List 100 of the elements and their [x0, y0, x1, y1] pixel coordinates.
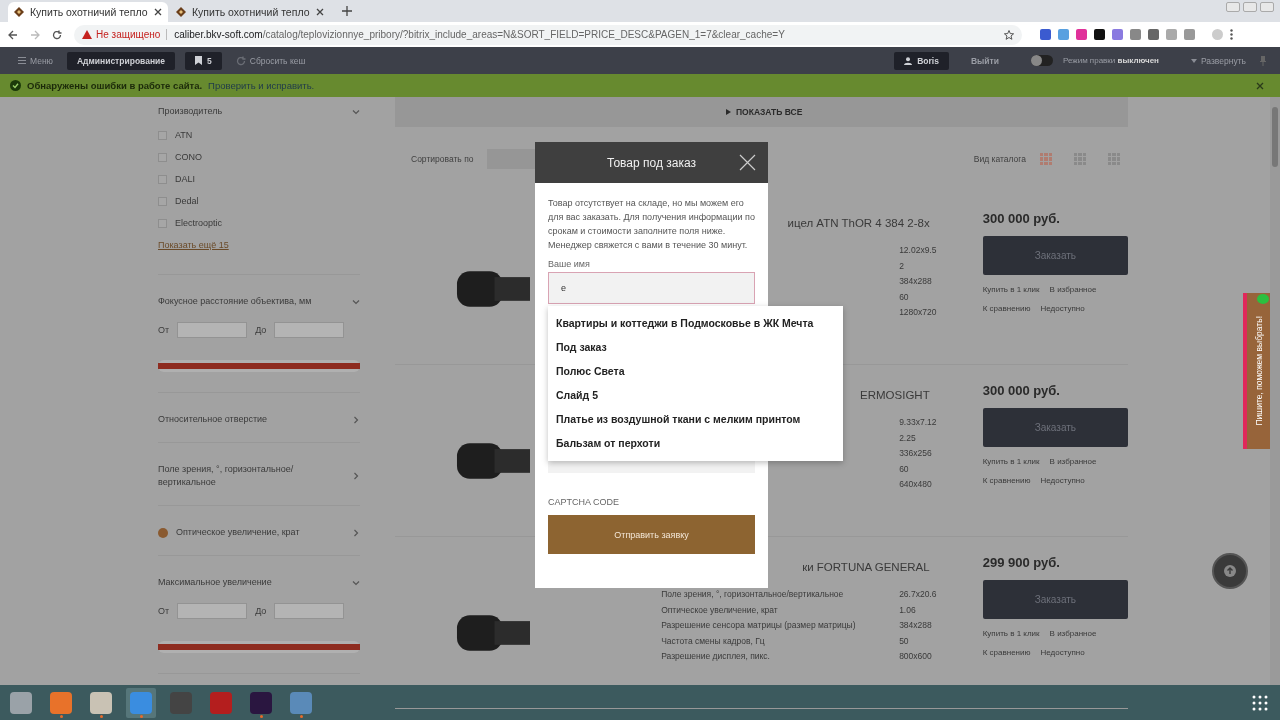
menu-button[interactable]: Меню	[14, 55, 57, 66]
checkbox[interactable]	[158, 196, 167, 206]
more-menu-icon[interactable]	[1230, 29, 1233, 40]
close-window-button[interactable]	[1260, 2, 1274, 12]
spec-value: 12.02x9.5	[899, 245, 937, 257]
profile-avatar-icon[interactable]	[1212, 29, 1223, 40]
taskbar-app-icon[interactable]	[126, 687, 156, 718]
extension-icon[interactable]	[1094, 29, 1105, 40]
url-path: /catalog/teplovizionnye_pribory/?bitrix_include_areas=N&SORT_FIELD=PRICE_DESC&PAGEN_1=7&clear_cache=Y	[262, 29, 785, 40]
diamond-logo-icon	[14, 7, 24, 17]
unavailable-link[interactable]: Недоступно	[1040, 304, 1085, 313]
close-icon[interactable]	[316, 8, 324, 16]
product-title[interactable]: ERMOSIGHT	[860, 389, 930, 401]
one-click-link[interactable]: Купить в 1 клик	[982, 285, 1040, 294]
close-button[interactable]	[739, 154, 756, 171]
reload-icon[interactable]	[52, 29, 62, 40]
edit-mode-toggle[interactable]	[1031, 55, 1053, 66]
to-input[interactable]	[274, 603, 345, 619]
suggestion-item[interactable]: Платье из воздушной ткани с мелким принтом	[548, 407, 843, 431]
new-tab-icon[interactable]	[342, 6, 352, 16]
order-button[interactable]: Заказать	[982, 580, 1128, 619]
chat-side-tab[interactable]: Пишите, поможем выбрать!	[1243, 293, 1270, 449]
user-button[interactable]: Boris	[894, 51, 949, 70]
logout-button[interactable]: Выйти	[966, 55, 1003, 66]
product-title[interactable]: ки FORTUNA GENERAL	[802, 561, 930, 573]
expand-button[interactable]: Развернуть	[1186, 55, 1250, 66]
compare-link[interactable]: К сравнению	[982, 648, 1031, 657]
show-more-link[interactable]: Показать ещё 15	[158, 240, 229, 250]
filter-title: Максимальное увеличение	[158, 576, 272, 589]
filter-option[interactable]: CONO	[158, 146, 360, 168]
address-bar[interactable]: Не защищено caliber.bkv-soft.com/catalog/teplovizionnye_pribory/?bitrix_include_areas=N&SORT_FIELD=PRICE_DESC&PAGEN_1=7&clear_cache=Y	[74, 24, 1022, 45]
filter-header[interactable]: Относительное отверстие	[158, 407, 360, 432]
suggestion-item[interactable]: Бальзам от перхоти	[548, 431, 843, 455]
administration-button[interactable]: Администрирование	[67, 51, 175, 70]
reset-cache-button[interactable]: Сбросить кеш	[231, 55, 310, 66]
scroll-up-button[interactable]	[1212, 553, 1248, 589]
checkbox[interactable]	[158, 130, 167, 140]
browser-tab[interactable]: Купить охотничий тепло	[8, 2, 168, 22]
one-click-link[interactable]: Купить в 1 клик	[982, 457, 1040, 466]
app-grid-icon[interactable]	[1252, 694, 1268, 711]
forward-arrow-icon[interactable]	[30, 29, 40, 40]
filter-option[interactable]: Dedal	[158, 190, 360, 212]
browser-tab[interactable]: Купить охотничий тепло	[170, 2, 330, 22]
order-button[interactable]: Заказать	[982, 236, 1128, 275]
filter-header[interactable]: Оптическое увеличение, крат	[158, 520, 360, 545]
filter-option[interactable]: ATN	[158, 124, 360, 146]
maximize-button[interactable]	[1243, 2, 1257, 12]
filter-header[interactable]: Поле зрения, °, горизонтальное/ вертикальное	[158, 457, 360, 495]
filter-option[interactable]: Electrooptic	[158, 212, 360, 234]
filter-title: Относительное отверстие	[158, 413, 268, 426]
back-arrow-icon[interactable]	[8, 29, 18, 40]
menu-icon	[18, 57, 26, 64]
from-input[interactable]	[177, 603, 248, 619]
notifications-button[interactable]: 5	[185, 51, 222, 70]
checkbox[interactable]	[158, 174, 167, 184]
view-mode-icon[interactable]	[1108, 153, 1120, 165]
view-label: Вид каталога	[973, 154, 1026, 164]
suggestion-item[interactable]: Квартиры и коттеджи в Подмосковье в ЖК Мечта	[548, 311, 843, 335]
checkbox[interactable]	[158, 218, 167, 228]
security-warning: Не защищено	[96, 29, 168, 40]
filter-option[interactable]: DALI	[158, 168, 360, 190]
chevron-right-icon	[352, 415, 360, 424]
fix-link[interactable]: Проверить и исправить.	[208, 80, 315, 91]
view-mode-icon[interactable]	[1040, 153, 1052, 165]
unavailable-link[interactable]: Недоступно	[1040, 648, 1085, 657]
one-click-link[interactable]: Купить в 1 клик	[982, 629, 1040, 638]
favorite-link[interactable]: В избранное	[1049, 285, 1097, 294]
filter-header[interactable]: Максимальное увеличение	[158, 570, 360, 595]
suggestion-item[interactable]: Полюс Света	[548, 359, 843, 383]
suggestion-item[interactable]: Слайд 5	[548, 383, 843, 407]
star-icon[interactable]	[1004, 29, 1014, 40]
minimize-button[interactable]	[1226, 2, 1240, 12]
submit-button[interactable]: Отправить заявку	[548, 515, 755, 554]
sort-label: Сортировать по	[411, 154, 474, 164]
show-all-button[interactable]: ПОКАЗАТЬ ВСЕ	[720, 106, 809, 118]
suggestion-item[interactable]: Под заказ	[548, 335, 843, 359]
scrollbar[interactable]	[1270, 97, 1280, 685]
compare-link[interactable]: К сравнению	[982, 304, 1031, 313]
play-triangle-icon	[726, 109, 731, 115]
name-input-field[interactable]: e	[548, 272, 755, 304]
favorite-link[interactable]: В избранное	[1049, 629, 1097, 638]
close-icon[interactable]	[154, 8, 162, 16]
view-mode-icon[interactable]	[1074, 153, 1086, 165]
compare-link[interactable]: К сравнению	[982, 476, 1031, 485]
pin-icon[interactable]	[1260, 55, 1266, 66]
spec-value: 26.7x20.6	[899, 589, 937, 601]
product-title[interactable]: ицел ATN ThOR 4 384 2-8x	[787, 217, 930, 229]
arrow-up-icon	[1224, 565, 1236, 577]
filter-header[interactable]: Фокусное расстояние объектива, мм	[158, 289, 360, 314]
order-button[interactable]: Заказать	[982, 408, 1128, 447]
bookmark-icon	[195, 56, 202, 65]
favorite-link[interactable]: В избранное	[1049, 457, 1097, 466]
from-input[interactable]	[177, 322, 248, 338]
filter-title: Производитель	[158, 105, 223, 118]
to-input[interactable]	[274, 322, 345, 338]
filter-header[interactable]: Производитель	[158, 99, 360, 124]
captcha-label: CAPTCHA CODE	[548, 497, 620, 507]
checkbox[interactable]	[158, 152, 167, 162]
filter-title: Оптическое увеличение, крат	[158, 526, 300, 539]
unavailable-link[interactable]: Недоступно	[1040, 476, 1085, 485]
